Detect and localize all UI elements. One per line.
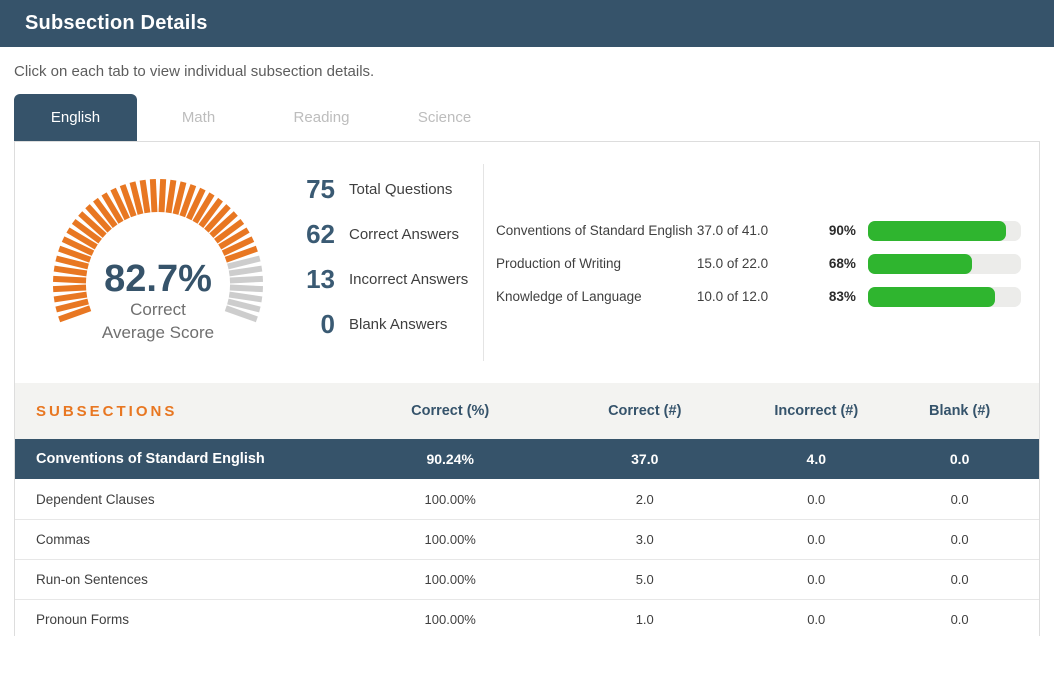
category-percent: 68% xyxy=(828,256,856,271)
progress-bar-track xyxy=(867,286,1021,307)
category-name: Production of Writing xyxy=(496,256,622,271)
stats-list: 75 Total Questions 62 Correct Answers 13… xyxy=(293,174,468,354)
category-row: Production of Writing 15.0 of 22.0 68% xyxy=(484,247,1021,280)
subsections-label: SUBSECTIONS xyxy=(36,402,178,420)
row-name: Pronoun Forms xyxy=(36,612,130,627)
category-name: Knowledge of Language xyxy=(496,289,642,304)
row-correct: 1.0 xyxy=(635,612,654,627)
instructions-text: Click on each tab to view individual sub… xyxy=(14,63,375,80)
tab-label: Reading xyxy=(293,109,350,126)
row-correct: 2.0 xyxy=(635,491,654,507)
stat-value: 0 xyxy=(320,309,335,339)
progress-bar-track xyxy=(867,220,1021,241)
category-fraction: 10.0 of 12.0 xyxy=(696,289,769,304)
stat-value: 75 xyxy=(306,174,335,204)
row-incorrect: 0.0 xyxy=(807,612,826,627)
table-body: Dependent Clauses 100.00% 2.0 0.0 0.0 Co… xyxy=(15,479,1039,636)
column-header-blank-num: Blank (#) xyxy=(929,403,991,419)
table-header-row: SUBSECTIONS Correct (%) Correct (#) Inco… xyxy=(15,383,1039,439)
row-correct-pct: 100.00% xyxy=(424,491,476,507)
row-blank: 0.0 xyxy=(950,612,969,627)
tab-label: Math xyxy=(181,109,216,126)
stat-value: 62 xyxy=(306,219,335,249)
tab-label: English xyxy=(50,109,101,126)
progress-bar-track xyxy=(867,253,1021,274)
group-row-name: Conventions of Standard English xyxy=(36,451,265,467)
page-title: Subsection Details xyxy=(25,12,208,34)
summary-section: 82.7% Correct Average Score 75 Total Que… xyxy=(15,142,1039,383)
stat-blank-answers: 0 Blank Answers xyxy=(293,309,468,340)
category-fraction: 37.0 of 41.0 xyxy=(696,223,769,238)
column-header-correct-num: Correct (#) xyxy=(608,403,682,419)
category-percent: 90% xyxy=(828,223,856,238)
tab-english[interactable]: English xyxy=(14,94,137,141)
table-row: Run-on Sentences 100.00% 5.0 0.0 0.0 xyxy=(15,559,1039,599)
column-header-correct-pct: Correct (%) xyxy=(411,403,490,419)
category-row: Conventions of Standard English 37.0 of … xyxy=(484,214,1021,247)
group-row-correct-pct: 90.24% xyxy=(426,451,474,467)
row-correct: 5.0 xyxy=(635,572,654,587)
subject-tabs: English Math Reading Science xyxy=(14,94,1054,141)
stat-label: Blank Answers xyxy=(349,316,448,333)
category-row: Knowledge of Language 10.0 of 12.0 83% xyxy=(484,280,1021,313)
table-group-row: Conventions of Standard English 90.24% 3… xyxy=(15,439,1039,479)
tab-label: Science xyxy=(417,109,472,126)
stat-label: Correct Answers xyxy=(349,226,460,243)
row-name: Run-on Sentences xyxy=(36,572,148,587)
tab-reading[interactable]: Reading xyxy=(260,94,383,141)
column-header-incorrect-num: Incorrect (#) xyxy=(774,403,859,419)
row-incorrect: 0.0 xyxy=(807,532,826,547)
stat-correct-answers: 62 Correct Answers xyxy=(293,219,468,250)
row-incorrect: 0.0 xyxy=(807,491,826,507)
row-incorrect: 0.0 xyxy=(807,572,826,587)
stat-label: Total Questions xyxy=(349,181,453,198)
progress-bar-fill xyxy=(867,253,972,274)
category-fraction: 15.0 of 22.0 xyxy=(696,256,769,271)
section-header: Subsection Details xyxy=(0,0,1054,47)
group-row-blank: 0.0 xyxy=(949,451,970,467)
group-row-correct: 37.0 xyxy=(631,451,659,467)
category-name: Conventions of Standard English xyxy=(496,223,693,238)
row-correct-pct: 100.00% xyxy=(424,532,476,547)
table-row: Commas 100.00% 3.0 0.0 0.0 xyxy=(15,519,1039,559)
row-blank: 0.0 xyxy=(950,532,969,547)
row-blank: 0.0 xyxy=(950,491,969,507)
row-correct: 3.0 xyxy=(635,532,654,547)
table-row: Pronoun Forms 100.00% 1.0 0.0 0.0 xyxy=(15,599,1039,636)
category-percent: 83% xyxy=(828,289,856,304)
tab-science[interactable]: Science xyxy=(383,94,506,141)
gauge-caption-line1: Correct xyxy=(130,300,186,319)
group-row-incorrect: 4.0 xyxy=(806,451,826,467)
gauge-caption: Correct Average Score xyxy=(33,298,283,344)
stat-total-questions: 75 Total Questions xyxy=(293,174,468,205)
tab-math[interactable]: Math xyxy=(137,94,260,141)
row-blank: 0.0 xyxy=(950,572,969,587)
score-gauge: 82.7% Correct Average Score xyxy=(33,172,283,357)
row-name: Commas xyxy=(36,532,91,547)
row-name: Dependent Clauses xyxy=(36,491,155,507)
stat-value: 13 xyxy=(306,264,335,294)
stat-incorrect-answers: 13 Incorrect Answers xyxy=(293,264,468,295)
row-correct-pct: 100.00% xyxy=(424,612,476,627)
stat-label: Incorrect Answers xyxy=(349,271,469,288)
row-correct-pct: 100.00% xyxy=(424,572,476,587)
progress-bar-fill xyxy=(867,286,995,307)
table-row: Dependent Clauses 100.00% 2.0 0.0 0.0 xyxy=(15,479,1039,519)
category-progress-list: Conventions of Standard English 37.0 of … xyxy=(484,214,1021,313)
gauge-percent: 82.7% xyxy=(104,258,212,300)
progress-bar-fill xyxy=(867,220,1006,241)
tab-content-panel: 82.7% Correct Average Score 75 Total Que… xyxy=(14,141,1040,636)
gauge-caption-line2: Average Score xyxy=(101,323,215,342)
